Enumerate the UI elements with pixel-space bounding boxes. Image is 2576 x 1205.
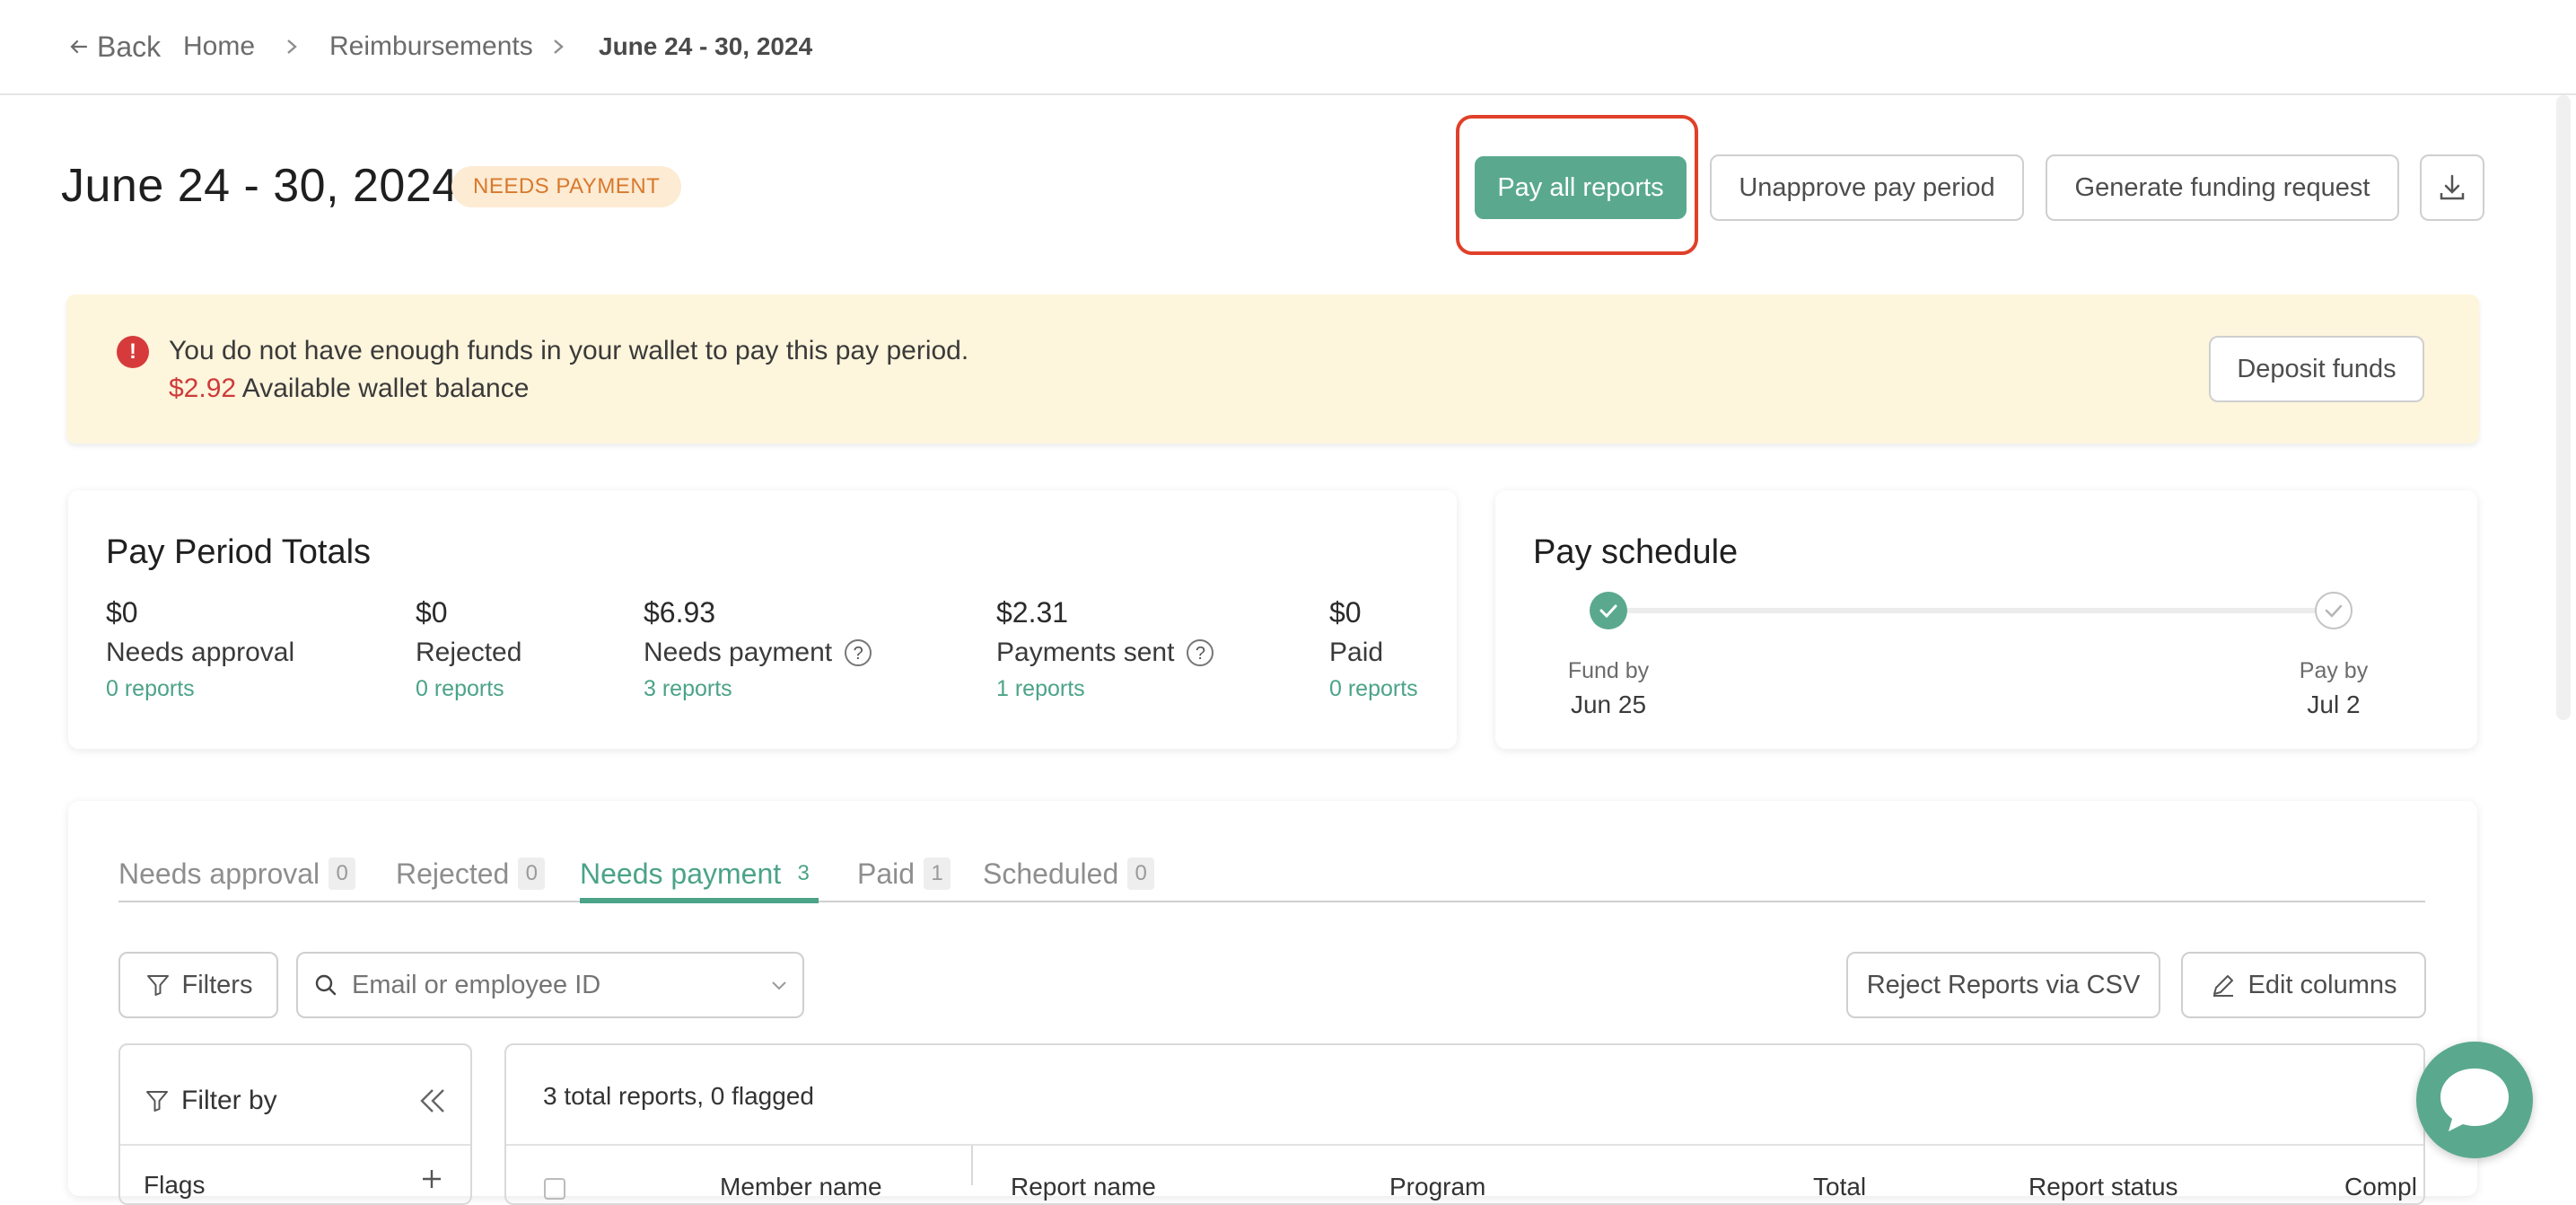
column-divider	[971, 1146, 973, 1185]
reject-reports-csv-button[interactable]: Reject Reports via CSV	[1846, 952, 2160, 1018]
breadcrumb-current: June 24 - 30, 2024	[599, 32, 813, 60]
total-payments-sent-amount: $2.31	[996, 596, 1069, 629]
status-badge: NEEDS PAYMENT	[451, 166, 682, 207]
total-needs-payment-amount: $6.93	[644, 596, 716, 629]
edit-columns-label: Edit columns	[2247, 970, 2397, 999]
breadcrumb-reimbursements[interactable]: Reimbursements	[329, 27, 533, 66]
filter-panel-header: Filter by	[144, 1081, 277, 1121]
total-payments-sent-label-row: Payments sent ?	[996, 633, 1214, 673]
generate-funding-request-button[interactable]: Generate funding request	[2046, 154, 2399, 221]
plus-icon[interactable]	[420, 1167, 443, 1191]
tab-scheduled[interactable]: Scheduled 0	[983, 851, 1155, 896]
unapprove-pay-period-button[interactable]: Unapprove pay period	[1710, 154, 2024, 221]
schedule-title: Pay schedule	[1533, 533, 1739, 571]
chevron-right-icon	[549, 27, 567, 66]
total-needs-payment-label: Needs payment	[644, 638, 833, 667]
fund-by-label: Fund by	[1567, 658, 1650, 683]
tab-needs-payment[interactable]: Needs payment 3	[580, 851, 817, 896]
tab-label: Scheduled	[983, 858, 1119, 890]
filter-icon	[146, 1091, 168, 1112]
totals-title: Pay Period Totals	[106, 533, 372, 571]
tab-label: Paid	[857, 858, 916, 890]
tab-count: 0	[518, 858, 546, 890]
download-icon	[2440, 174, 2465, 200]
chevron-down-icon[interactable]	[768, 974, 790, 996]
back-label: Back	[97, 31, 162, 63]
tab-count: 1	[924, 858, 951, 890]
tab-label: Needs payment	[580, 858, 782, 890]
edit-columns-button[interactable]: Edit columns	[2181, 952, 2426, 1018]
total-paid-label: Paid	[1329, 638, 1384, 667]
total-needs-payment-reports-link[interactable]: 3 reports	[644, 673, 732, 705]
deposit-funds-button[interactable]: Deposit funds	[2209, 336, 2424, 402]
pay-step-check-icon	[2315, 592, 2353, 629]
fund-step-check-icon	[1590, 592, 1627, 629]
pay-by-date: Jul 2	[2307, 690, 2361, 718]
tab-count: 3	[797, 861, 810, 885]
help-icon[interactable]: ?	[845, 639, 872, 666]
search-input[interactable]	[350, 969, 731, 1001]
tab-paid[interactable]: Paid 1	[857, 851, 951, 896]
total-needs-approval-amount: $0	[106, 596, 138, 629]
search-field[interactable]	[296, 952, 804, 1018]
filter-section-flags[interactable]: Flags	[144, 1167, 205, 1203]
arrow-left-icon	[70, 40, 88, 54]
column-header[interactable]: Program	[1389, 1169, 1485, 1205]
total-needs-approval-reports-link[interactable]: 0 reports	[106, 673, 195, 705]
help-icon[interactable]: ?	[1187, 639, 1214, 666]
total-rejected-label: Rejected	[416, 638, 522, 667]
tab-label: Needs approval	[118, 858, 320, 890]
tab-divider	[118, 901, 2425, 902]
tab-count: 0	[1127, 858, 1155, 890]
filter-panel-title: Filter by	[181, 1086, 277, 1115]
search-icon	[315, 974, 337, 996]
chat-button[interactable]	[2416, 1042, 2533, 1158]
wallet-balance-amount: $2.92	[169, 374, 237, 403]
filter-icon	[146, 975, 169, 996]
active-tab-indicator	[580, 898, 819, 903]
total-paid-reports-link[interactable]: 0 reports	[1329, 673, 1418, 705]
filter-panel-divider	[120, 1144, 470, 1146]
column-header[interactable]: Member name	[720, 1169, 882, 1205]
tab-count: 0	[329, 858, 356, 890]
total-rejected-reports-link[interactable]: 0 reports	[416, 673, 504, 705]
total-payments-sent-label: Payments sent	[996, 638, 1175, 667]
tab-needs-approval[interactable]: Needs approval 0	[118, 851, 356, 896]
table-summary: 3 total reports, 0 flagged	[543, 1082, 814, 1110]
wallet-balance-label: Available wallet balance	[241, 374, 530, 403]
fund-by-date: Jun 25	[1570, 690, 1647, 718]
total-rejected-amount: $0	[416, 596, 448, 629]
filters-label: Filters	[181, 970, 253, 999]
pay-by-label: Pay by	[2299, 658, 2369, 683]
column-header[interactable]: Report status	[2028, 1169, 2178, 1205]
page-title: June 24 - 30, 2024	[61, 160, 459, 212]
table-header-divider	[506, 1144, 2423, 1146]
alert-message: You do not have enough funds in your wal…	[169, 336, 969, 365]
back-link[interactable]: Back	[68, 27, 161, 66]
column-header[interactable]: Compl	[2344, 1169, 2423, 1205]
download-button[interactable]	[2420, 154, 2484, 221]
select-all-checkbox[interactable]	[544, 1178, 565, 1200]
total-paid-amount: $0	[1329, 596, 1362, 629]
total-needs-approval-label: Needs approval	[106, 638, 295, 667]
total-needs-payment-label-row: Needs payment ?	[644, 633, 872, 673]
schedule-track	[1608, 608, 2334, 613]
breadcrumb-home[interactable]: Home	[183, 27, 255, 66]
chat-bubble-icon	[2440, 1069, 2509, 1131]
scrollbar[interactable]	[2556, 95, 2571, 720]
tab-rejected[interactable]: Rejected 0	[396, 851, 546, 896]
total-payments-sent-reports-link[interactable]: 1 reports	[996, 673, 1085, 705]
chevron-right-icon	[283, 27, 301, 66]
wallet-balance: $2.92 Available wallet balance	[169, 370, 529, 408]
column-header[interactable]: Report name	[1011, 1169, 1156, 1205]
error-icon: !	[117, 336, 149, 368]
column-header[interactable]: Total	[1813, 1169, 1866, 1205]
tab-label: Rejected	[396, 858, 510, 890]
pay-all-reports-button[interactable]: Pay all reports	[1475, 156, 1687, 219]
pencil-icon	[2213, 975, 2234, 997]
filters-button[interactable]: Filters	[118, 952, 278, 1018]
collapse-panel-icon[interactable]	[416, 1083, 449, 1119]
